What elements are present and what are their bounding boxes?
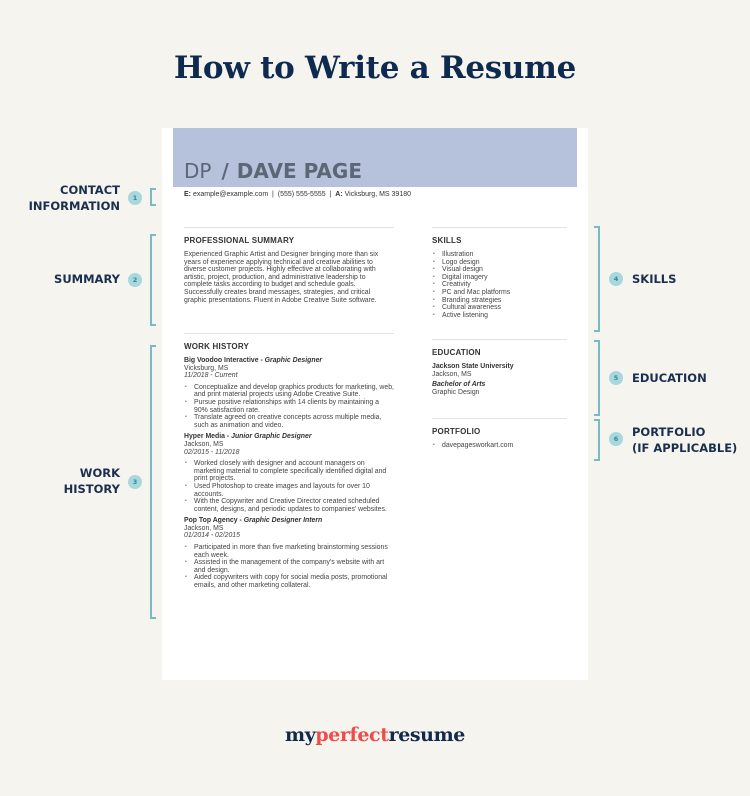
- job-dates: 02/2015 - 11/2018: [184, 448, 240, 456]
- number-badge-5: 5: [609, 371, 623, 385]
- annotation-contact-information: CONTACT INFORMATION: [28, 183, 120, 213]
- bracket-portfolio: [594, 419, 600, 461]
- bracket-education: [594, 340, 600, 416]
- education-school: Jackson State University: [432, 363, 514, 370]
- skill-item: Creativity: [432, 281, 567, 289]
- bracket-contact: [150, 188, 156, 206]
- job-title: Big Voodoo Interactive - Graphic Designe…: [184, 357, 394, 365]
- divider: [184, 333, 394, 334]
- contact-line: E: example@example.com | (555) 555-5555 …: [184, 191, 411, 198]
- skill-item: Active listening: [432, 312, 567, 320]
- summary-text: Experienced Graphic Artist and Designer …: [184, 251, 379, 304]
- job-location: Jackson, MS: [184, 440, 224, 448]
- education-heading: EDUCATION: [432, 348, 481, 357]
- job-bullet: Translate agreed on creative concepts ac…: [184, 414, 394, 429]
- email-value: example@example.com: [192, 191, 269, 198]
- job-bullet: Conceptualize and develop graphics produ…: [184, 384, 394, 399]
- education-field: Graphic Design: [432, 388, 480, 396]
- portfolio-section: PORTFOLIO davepagesworkart.com: [432, 418, 567, 450]
- phone-value: (555) 555-5555: [277, 191, 326, 198]
- job-title: Pop Top Agency - Graphic Designer Intern: [184, 517, 394, 525]
- number-badge-3: 3: [128, 475, 142, 489]
- number-badge-6: 6: [609, 432, 623, 446]
- job-role: Graphic Designer: [264, 357, 323, 364]
- divider: [184, 227, 394, 228]
- name-separator: /: [221, 159, 229, 183]
- job-location: Jackson, MS: [184, 524, 224, 532]
- job-entry: Hyper Media - Junior Graphic Designer Jac…: [184, 433, 394, 513]
- skill-item: Illustration: [432, 251, 567, 259]
- job-bullet: Aided copywriters with copy for social m…: [184, 574, 394, 589]
- job-bullets: Participated in more than five marketing…: [184, 544, 394, 590]
- job-bullet: Assisted in the management of the compan…: [184, 559, 394, 574]
- bracket-skills: [594, 226, 600, 332]
- job-list: Big Voodoo Interactive - Graphic Designe…: [184, 357, 394, 590]
- bracket-work-history: [150, 345, 156, 619]
- skill-item: Branding strategies: [432, 297, 567, 305]
- job-dates: 11/2018 - Current: [184, 372, 238, 380]
- job-company: Big Voodoo Interactive: [184, 357, 259, 364]
- job-bullet: Used Photoshop to create images and layo…: [184, 483, 394, 498]
- contact-divider: |: [329, 191, 332, 198]
- job-company: Pop Top Agency: [184, 517, 238, 525]
- skills-heading: SKILLS: [432, 236, 462, 245]
- job-bullet: Worked closely with designer and account…: [184, 460, 394, 483]
- job-bullets: Worked closely with designer and account…: [184, 460, 394, 513]
- bracket-summary: [150, 234, 156, 326]
- resume-name-line: DP / DAVE PAGE: [184, 159, 362, 183]
- annotation-skills: SKILLS: [632, 272, 677, 286]
- contact-divider: |: [272, 191, 274, 198]
- work-history-heading: WORK HISTORY: [184, 342, 250, 351]
- resume-initials: DP: [184, 159, 212, 183]
- portfolio-heading: PORTFOLIO: [432, 427, 481, 436]
- job-entry: Big Voodoo Interactive - Graphic Designe…: [184, 357, 394, 429]
- number-badge-4: 4: [609, 272, 623, 286]
- annotation-education: EDUCATION: [632, 371, 707, 385]
- skills-section: SKILLS IllustrationLogo designVisual des…: [432, 227, 567, 319]
- page-title: How to Write a Resume: [173, 50, 577, 86]
- education-section: EDUCATION Jackson State University Jacks…: [432, 339, 567, 396]
- resume-full-name: DAVE PAGE: [236, 159, 362, 183]
- job-entry: Pop Top Agency - Graphic Designer Intern…: [184, 517, 394, 589]
- skill-item: Digital imagery: [432, 274, 567, 282]
- job-dates: 01/2014 - 02/2015: [184, 532, 240, 540]
- divider: [432, 339, 567, 340]
- work-history-section: WORK HISTORY Big Voodoo Interactive - Gr…: [184, 333, 394, 594]
- job-bullet: Participated in more than five marketing…: [184, 544, 394, 559]
- job-bullet: Pursue positive relationships with 14 cl…: [184, 399, 394, 414]
- divider: [432, 227, 567, 228]
- education-degree: Bachelor of Arts: [432, 381, 486, 389]
- skill-item: Visual design: [432, 266, 567, 274]
- address-label: A:: [335, 191, 343, 198]
- divider: [432, 418, 567, 419]
- resume-header-band: DP / DAVE PAGE: [173, 128, 577, 187]
- resume-page: DP / DAVE PAGE E: example@example.com | (5…: [162, 128, 588, 680]
- summary-section: PROFESSIONAL SUMMARY Experienced Graphic…: [184, 227, 394, 304]
- annotation-summary: SUMMARY: [54, 272, 120, 286]
- number-badge-1: 1: [128, 191, 142, 205]
- annotation-work-history: WORK HISTORY: [63, 466, 120, 496]
- brand-logo: myperfectresume: [285, 724, 465, 746]
- skill-item: Cultural awareness: [432, 304, 567, 312]
- education-location: Jackson, MS: [432, 370, 472, 378]
- job-bullet: With the Copywriter and Creative Directo…: [184, 498, 394, 513]
- job-title: Hyper Media - Junior Graphic Designer: [184, 433, 394, 441]
- address-value: Vicksburg, MS 39180: [344, 191, 412, 198]
- number-badge-2: 2: [128, 273, 142, 287]
- job-location: Vicksburg, MS: [184, 364, 229, 372]
- summary-heading: PROFESSIONAL SUMMARY: [184, 236, 295, 245]
- job-role: Junior Graphic Designer: [231, 433, 312, 441]
- email-label: E:: [184, 191, 191, 198]
- job-bullets: Conceptualize and develop graphics produ…: [184, 384, 394, 430]
- job-company: Hyper Media: [184, 433, 225, 441]
- annotation-portfolio: PORTFOLIO (IF APPLICABLE): [632, 425, 738, 455]
- skill-item: PC and Mac platforms: [432, 289, 567, 297]
- portfolio-link[interactable]: davepagesworkart.com: [432, 442, 567, 450]
- skill-item: Logo design: [432, 259, 567, 267]
- skills-list: IllustrationLogo designVisual designDigi…: [432, 251, 567, 319]
- job-role: Graphic Designer Intern: [243, 517, 323, 525]
- portfolio-list: davepagesworkart.com: [432, 442, 567, 450]
